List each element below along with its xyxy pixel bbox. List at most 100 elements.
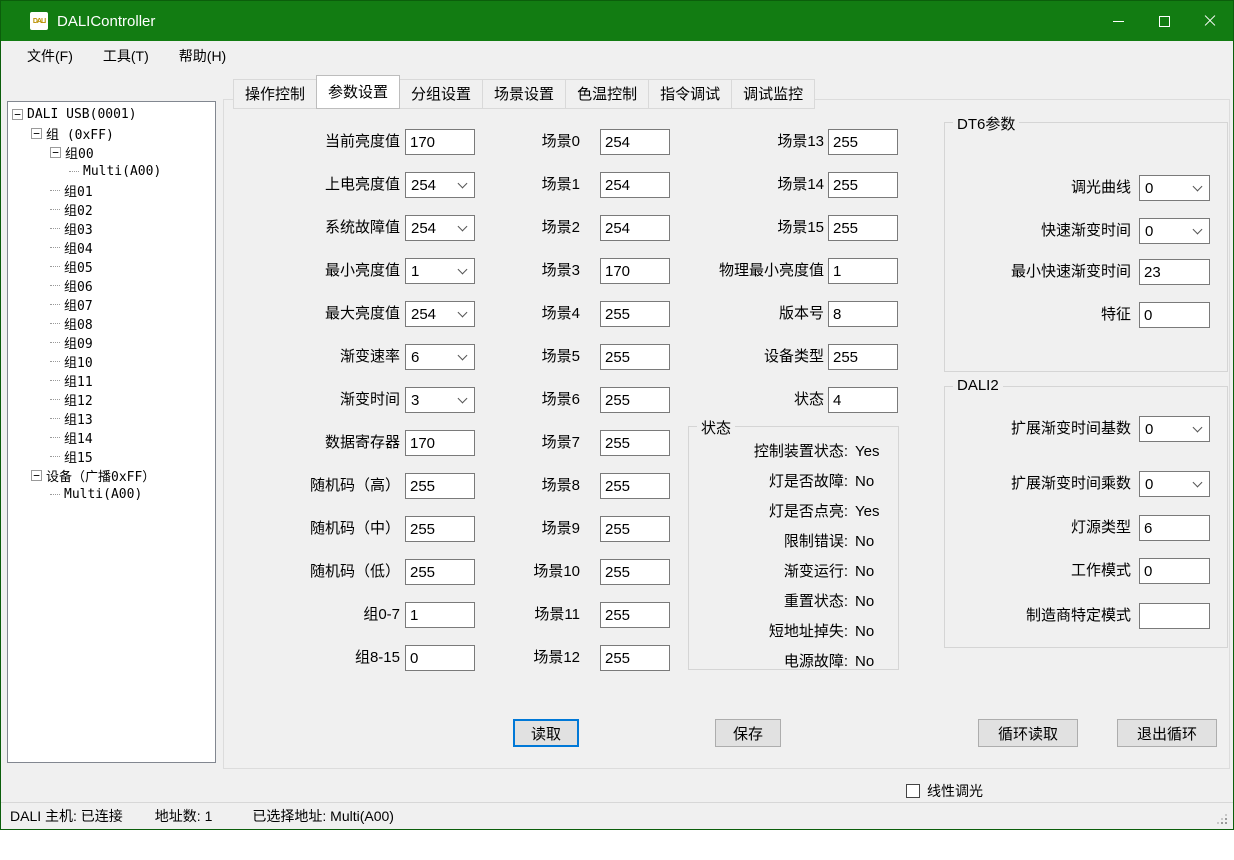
tree-item[interactable]: −组00 (8, 143, 215, 162)
tree-connector-icon (50, 190, 60, 191)
read-button[interactable]: 读取 (513, 719, 579, 747)
maximize-button[interactable] (1141, 1, 1187, 41)
tree-connector-icon (50, 494, 60, 495)
physical-min-brightness-label: 物理最小亮度值 (604, 258, 824, 284)
menu-item-help[interactable]: 帮助(H) (169, 42, 236, 70)
status-value-input[interactable] (828, 387, 898, 413)
ext-fade-time-base-combobox[interactable]: 0 (1139, 416, 1210, 442)
tab-scene-settings[interactable]: 场景设置 (482, 79, 566, 109)
linear-dimming-label: 线性调光 (927, 781, 983, 801)
scene-13-input[interactable] (828, 129, 898, 155)
scene-7-label: 场景7 (454, 430, 580, 456)
group-8-15-label: 组8-15 (224, 645, 400, 671)
scene-11-input[interactable] (600, 602, 670, 628)
scene-12-label: 场景12 (454, 645, 580, 671)
dali2-groupbox: DALI2 扩展渐变时间基数0扩展渐变时间乘数0灯源类型工作模式制造商特定模式 (944, 386, 1228, 648)
collapse-minus-icon[interactable]: − (50, 147, 61, 158)
tree-item-label: 组09 (64, 333, 93, 352)
tree-item-label: 组00 (65, 143, 94, 162)
random-code-high-label: 随机码（高） (224, 473, 400, 499)
scene-14-input[interactable] (828, 172, 898, 198)
tree-item[interactable]: Multi(A00) (8, 162, 215, 181)
scene-10-input[interactable] (600, 559, 670, 585)
random-code-mid-label: 随机码（中） (224, 516, 400, 542)
tree-connector-icon (50, 418, 60, 419)
tree-item[interactable]: 组03 (8, 219, 215, 238)
scene-15-input[interactable] (828, 215, 898, 241)
app-window: DALI DALIController 文件(F)工具(T)帮助(H) −DAL… (0, 0, 1234, 830)
resize-grip-icon[interactable] (1225, 822, 1227, 824)
tree-item[interactable]: 组02 (8, 200, 215, 219)
tab-group-settings[interactable]: 分组设置 (399, 79, 483, 109)
collapse-minus-icon[interactable]: − (12, 109, 23, 120)
light-source-type-input[interactable] (1139, 515, 1210, 541)
collapse-minus-icon[interactable]: − (31, 128, 42, 139)
tree-item[interactable]: 组01 (8, 181, 215, 200)
tab-parameter-settings[interactable]: 参数设置 (316, 75, 400, 109)
device-type-input[interactable] (828, 344, 898, 370)
status-row-label: 渐变运行: (689, 561, 848, 583)
status-row-label: 限制错误: (689, 531, 848, 553)
manufacturer-specific-mode-input[interactable] (1139, 603, 1210, 629)
scene-6-label: 场景6 (454, 387, 580, 413)
tree-item[interactable]: −组 (0xFF) (8, 124, 215, 143)
tree-connector-icon (50, 380, 60, 381)
tab-color-temp-control[interactable]: 色温控制 (565, 79, 649, 109)
scene-9-input[interactable] (600, 516, 670, 542)
menu-item-file[interactable]: 文件(F) (17, 42, 83, 70)
menu-item-tools[interactable]: 工具(T) (93, 42, 159, 70)
fast-fade-time-combobox[interactable]: 0 (1139, 218, 1210, 244)
tree-item[interactable]: 组10 (8, 352, 215, 371)
ext-fade-time-multiplier-value: 0 (1140, 476, 1194, 493)
tree-item[interactable]: 组14 (8, 428, 215, 447)
window-title: DALIController (57, 13, 155, 30)
loop-read-button[interactable]: 循环读取 (978, 719, 1078, 747)
tree-item[interactable]: 组11 (8, 371, 215, 390)
close-button[interactable] (1187, 1, 1233, 41)
tree-item[interactable]: 组04 (8, 238, 215, 257)
fade-time-value: 3 (406, 392, 459, 409)
data-register-label: 数据寄存器 (224, 430, 400, 456)
tab-command-debug[interactable]: 指令调试 (648, 79, 732, 109)
dimming-curve-combobox[interactable]: 0 (1139, 175, 1210, 201)
collapse-minus-icon[interactable]: − (31, 470, 42, 481)
dimming-curve-value: 0 (1140, 180, 1194, 197)
linear-dimming-checkbox[interactable] (906, 784, 920, 798)
features-input[interactable] (1139, 302, 1210, 328)
light-source-type-label: 灯源类型 (945, 515, 1131, 541)
tree-item[interactable]: 组05 (8, 257, 215, 276)
exit-loop-button[interactable]: 退出循环 (1117, 719, 1217, 747)
tree-item[interactable]: 组07 (8, 295, 215, 314)
scene-2-label: 场景2 (454, 215, 580, 241)
tree-item[interactable]: 组12 (8, 390, 215, 409)
tree-item[interactable]: −设备（广播0xFF） (8, 466, 215, 485)
scene-12-input[interactable] (600, 645, 670, 671)
min-fast-fade-time-input[interactable] (1139, 259, 1210, 285)
operating-mode-label: 工作模式 (945, 558, 1131, 584)
selected-address-text: 已选择地址: Multi(A00) (252, 806, 394, 826)
tree-item[interactable]: 组13 (8, 409, 215, 428)
power-on-brightness-value: 254 (406, 177, 459, 194)
tree-item-label: 组06 (64, 276, 93, 295)
save-button[interactable]: 保存 (715, 719, 781, 747)
tree-item-label: 组08 (64, 314, 93, 333)
status-row-value: No (855, 591, 874, 613)
tree-item[interactable]: −DALI USB(0001) (8, 105, 215, 124)
tree-item[interactable]: 组09 (8, 333, 215, 352)
tab-debug-monitor[interactable]: 调试监控 (731, 79, 815, 109)
tree-item[interactable]: 组06 (8, 276, 215, 295)
operating-mode-input[interactable] (1139, 558, 1210, 584)
tree-item[interactable]: 组08 (8, 314, 215, 333)
status-row-value: No (855, 471, 874, 493)
tab-operation-control[interactable]: 操作控制 (233, 79, 317, 109)
ext-fade-time-multiplier-combobox[interactable]: 0 (1139, 471, 1210, 497)
tree-item[interactable]: Multi(A00) (8, 485, 215, 504)
tree-connector-icon (50, 456, 60, 457)
scene-7-input[interactable] (600, 430, 670, 456)
physical-min-brightness-input[interactable] (828, 258, 898, 284)
scene-8-input[interactable] (600, 473, 670, 499)
version-number-input[interactable] (828, 301, 898, 327)
tree-item-label: 组02 (64, 200, 93, 219)
tree-item[interactable]: 组15 (8, 447, 215, 466)
minimize-button[interactable] (1095, 1, 1141, 41)
